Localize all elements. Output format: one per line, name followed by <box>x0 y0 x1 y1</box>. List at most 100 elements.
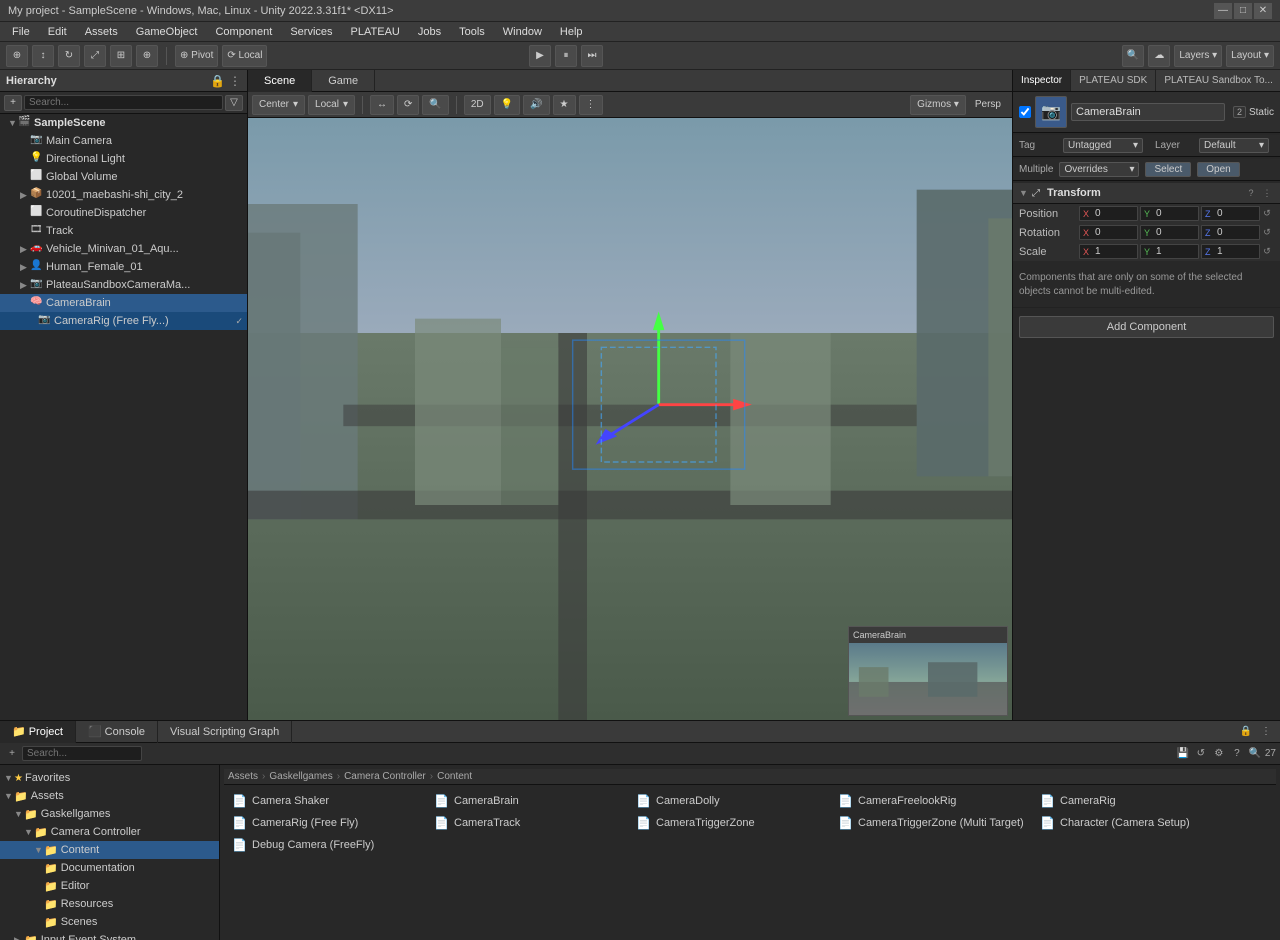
step-button[interactable]: ⏭ <box>581 45 603 67</box>
hierarchy-item-globalvolume[interactable]: ⬜ Global Volume <box>0 168 247 186</box>
tree-scenes[interactable]: 📁 Scenes <box>0 913 219 931</box>
position-reset-icon[interactable]: ↺ <box>1260 207 1274 221</box>
rotation-z-field[interactable]: Z 0 <box>1201 225 1260 240</box>
rotation-x-field[interactable]: X 0 <box>1079 225 1138 240</box>
fx-toggle[interactable]: ★ <box>553 95 576 115</box>
project-search-input[interactable] <box>22 746 142 761</box>
search2-icon[interactable]: 🔍 <box>1247 746 1263 762</box>
center-dropdown[interactable]: Center <box>252 95 305 115</box>
hierarchy-item-maincamera[interactable]: 📷 Main Camera <box>0 132 247 150</box>
bottom-lock-icon[interactable]: 🔒 <box>1238 724 1254 740</box>
scene-options[interactable]: ⋮ <box>579 95 603 115</box>
project-add-button[interactable]: + <box>4 746 20 762</box>
hierarchy-item-camerabrain[interactable]: 🧠 CameraBrain <box>0 294 247 312</box>
content-item-freelookrig[interactable]: 📄 CameraFreelookRig <box>832 791 1032 811</box>
gizmos-btn[interactable]: Gizmos ▾ <box>910 95 966 115</box>
menu-file[interactable]: File <box>4 24 38 40</box>
menu-component[interactable]: Component <box>207 24 280 40</box>
object-name-input[interactable] <box>1071 103 1225 121</box>
tool-rect[interactable]: ⊞ <box>110 45 132 67</box>
content-item-camerabrain[interactable]: 📄 CameraBrain <box>428 791 628 811</box>
save-project-icon[interactable]: 💾 <box>1175 746 1191 762</box>
hierarchy-item-dirlight[interactable]: 💡 Directional Light <box>0 150 247 168</box>
play-button[interactable]: ▶ <box>529 45 551 67</box>
maximize-button[interactable]: □ <box>1234 3 1252 19</box>
breadcrumb-camera-controller[interactable]: Camera Controller <box>344 771 426 782</box>
cloud-button[interactable]: ☁ <box>1148 45 1170 67</box>
bottom-menu-icon[interactable]: ⋮ <box>1258 724 1274 740</box>
inspector-tab-inspector[interactable]: Inspector <box>1013 70 1071 92</box>
tab-visual-scripting[interactable]: Visual Scripting Graph <box>158 721 292 743</box>
window-controls[interactable]: — □ ✕ <box>1214 3 1272 19</box>
select-button[interactable]: Select <box>1145 162 1191 177</box>
hierarchy-item-human[interactable]: ▶ 👤 Human_Female_01 <box>0 258 247 276</box>
tree-gaskellgames[interactable]: ▼ 📁 Gaskellgames <box>0 805 219 823</box>
refresh-icon[interactable]: ↺ <box>1193 746 1209 762</box>
pivot-toggle[interactable]: ⊕ Pivot <box>175 45 218 67</box>
breadcrumb-content[interactable]: Content <box>437 771 472 782</box>
transform-more-icon[interactable]: ⋮ <box>1260 186 1274 200</box>
settings-icon[interactable]: ⚙ <box>1211 746 1227 762</box>
scale-reset-icon[interactable]: ↺ <box>1260 245 1274 259</box>
tool-rotate[interactable]: ↻ <box>58 45 80 67</box>
zoom-tool[interactable]: 🔍 <box>422 95 448 115</box>
breadcrumb-gaskellgames[interactable]: Gaskellgames <box>269 771 332 782</box>
2d-toggle[interactable]: 2D <box>464 95 491 115</box>
hierarchy-item-scene[interactable]: ▼ 🎬 SampleScene <box>0 114 247 132</box>
close-button[interactable]: ✕ <box>1254 3 1272 19</box>
overrides-dropdown[interactable]: Overrides ▾ <box>1059 162 1139 177</box>
minimize-button[interactable]: — <box>1214 3 1232 19</box>
menu-gameobject[interactable]: GameObject <box>128 24 206 40</box>
tree-resources[interactable]: 📁 Resources <box>0 895 219 913</box>
content-item-trigger-zone-multi[interactable]: 📄 CameraTriggerZone (Multi Target) <box>832 813 1032 833</box>
hierarchy-menu-icon[interactable]: ⋮ <box>229 74 241 88</box>
hierarchy-item-maebashi[interactable]: ▶ 📦 10201_maebashi-shi_city_2 <box>0 186 247 204</box>
rotation-reset-icon[interactable]: ↺ <box>1260 226 1274 240</box>
menu-plateau[interactable]: PLATEAU <box>343 24 408 40</box>
tree-favorites[interactable]: ▼ ★ Favorites <box>0 769 219 787</box>
menu-help[interactable]: Help <box>552 24 591 40</box>
menu-jobs[interactable]: Jobs <box>410 24 449 40</box>
tree-editor[interactable]: 📁 Editor <box>0 877 219 895</box>
layer-dropdown[interactable]: Default ▾ <box>1199 138 1269 153</box>
tag-dropdown[interactable]: Untagged ▾ <box>1063 138 1143 153</box>
add-component-button[interactable]: Add Component <box>1019 316 1274 338</box>
tree-content[interactable]: ▼ 📁 Content <box>0 841 219 859</box>
hierarchy-lock-icon[interactable]: 🔒 <box>210 74 225 88</box>
hierarchy-item-vehicle[interactable]: ▶ 🚗 Vehicle_Minivan_01_Aqu... <box>0 240 247 258</box>
menu-edit[interactable]: Edit <box>40 24 75 40</box>
help-icon[interactable]: ? <box>1229 746 1245 762</box>
tool-scale[interactable]: ⤢ <box>84 45 106 67</box>
tab-console[interactable]: ⬛ Console <box>76 721 158 743</box>
open-button[interactable]: Open <box>1197 162 1239 177</box>
inspector-tab-plateau[interactable]: PLATEAU SDK <box>1071 70 1156 92</box>
hierarchy-search-input[interactable] <box>24 95 223 110</box>
tool-translate[interactable]: ↕ <box>32 45 54 67</box>
hierarchy-filter-button[interactable]: ▽ <box>225 95 243 111</box>
scale-z-field[interactable]: Z 1 <box>1201 244 1260 259</box>
content-item-camerarig[interactable]: 📄 CameraRig <box>1034 791 1234 811</box>
position-y-field[interactable]: Y 0 <box>1140 206 1199 221</box>
menu-tools[interactable]: Tools <box>451 24 493 40</box>
hierarchy-item-plateausandbox[interactable]: ▶ 📷 PlateauSandboxCameraMa... <box>0 276 247 294</box>
content-item-camerarig-freefly[interactable]: 📄 CameraRig (Free Fly) <box>226 813 426 833</box>
transform-help-icon[interactable]: ? <box>1244 186 1258 200</box>
orbit-tool[interactable]: ⟳ <box>397 95 419 115</box>
tree-camera-controller[interactable]: ▼ 📁 Camera Controller <box>0 823 219 841</box>
object-active-checkbox[interactable] <box>1019 106 1031 118</box>
content-item-debug-cam[interactable]: 📄 Debug Camera (FreeFly) <box>226 835 426 855</box>
hierarchy-add-button[interactable]: + <box>4 95 22 111</box>
content-item-cameratrack[interactable]: 📄 CameraTrack <box>428 813 628 833</box>
scale-x-field[interactable]: X 1 <box>1079 244 1138 259</box>
local-dropdown[interactable]: Local <box>308 95 355 115</box>
tree-documentation[interactable]: 📁 Documentation <box>0 859 219 877</box>
content-item-trigger-zone[interactable]: 📄 CameraTriggerZone <box>630 813 830 833</box>
pause-button[interactable]: ⏸ <box>555 45 577 67</box>
scale-y-field[interactable]: Y 1 <box>1140 244 1199 259</box>
hierarchy-item-track[interactable]: 🎞 Track <box>0 222 247 240</box>
scene-tab[interactable]: Scene <box>248 70 312 92</box>
tool-custom[interactable]: ⊕ <box>136 45 158 67</box>
scene-viewport[interactable]: CameraBrain <box>248 118 1012 720</box>
position-z-field[interactable]: Z 0 <box>1201 206 1260 221</box>
position-x-field[interactable]: X 0 <box>1079 206 1138 221</box>
